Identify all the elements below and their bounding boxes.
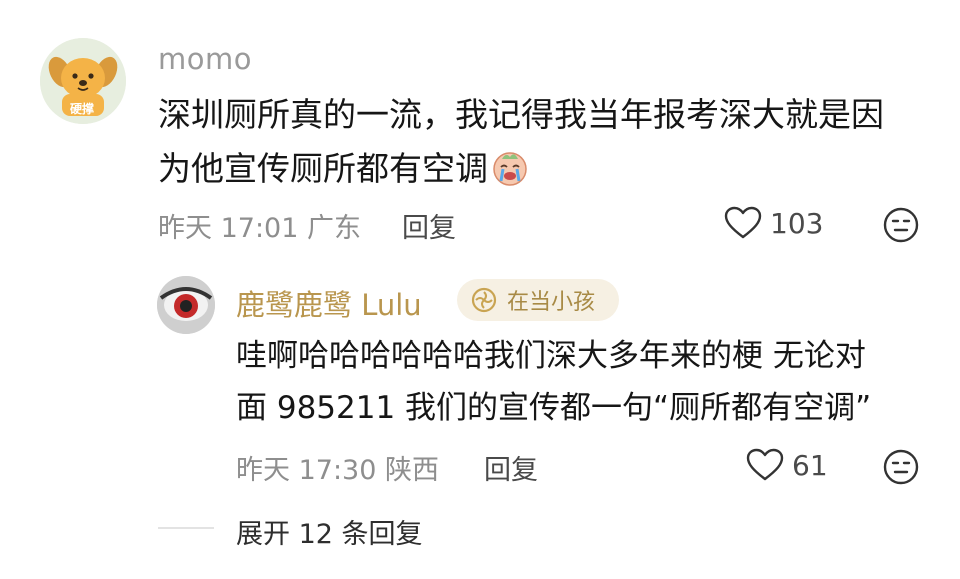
reply-location: 陕西 (385, 455, 439, 486)
comment-reply-button[interactable]: 回复 (402, 206, 456, 245)
reply-dislike-button[interactable] (882, 448, 920, 490)
comment-like-count: 103 (770, 206, 824, 240)
comment-text-line2: 为他宣传厕所都有空调 (158, 142, 530, 196)
reply-avatar[interactable] (157, 276, 215, 334)
reply-text-line1: 哇啊哈哈哈哈哈哈我们深大多年来的梗 无论对 (236, 338, 866, 374)
reply-reply-button[interactable]: 回复 (484, 448, 538, 487)
expand-divider (158, 527, 214, 529)
reply-like-button[interactable]: 61 (746, 448, 828, 482)
reply-like-count: 61 (792, 448, 828, 482)
comment-meta: 昨天 17:01 广东 (158, 206, 361, 245)
reply-badge[interactable]: 在当小孩 (457, 279, 619, 321)
expand-replies-button[interactable]: 展开 12 条回复 (236, 512, 423, 551)
crying-face-emoji-icon (493, 152, 527, 186)
swirl-badge-icon (471, 287, 497, 313)
heart-icon (724, 206, 762, 239)
heart-icon (746, 448, 784, 481)
avatar-caption: 硬撑 (70, 102, 95, 116)
reply-username[interactable]: 鹿鹭鹿鹭 Lulu (236, 282, 422, 324)
avatar[interactable]: 硬撑 (40, 38, 126, 124)
comment-time: 昨天 17:01 (158, 213, 299, 244)
comment-username[interactable]: momo (158, 42, 252, 76)
comment-text-line1: 深圳厕所真的一流，我记得我当年报考深大就是因 (158, 95, 884, 134)
reply-time: 昨天 17:30 (236, 455, 377, 486)
neutral-face-icon (883, 207, 919, 243)
comment-text-line2-text: 为他宣传厕所都有空调 (158, 149, 488, 188)
comment-location: 广东 (307, 213, 361, 244)
reply-badge-label: 在当小孩 (507, 290, 596, 315)
eye-avatar-icon (157, 276, 215, 334)
comment-like-button[interactable]: 103 (724, 206, 823, 240)
reply-meta: 昨天 17:30 陕西 (236, 448, 439, 487)
neutral-face-icon (883, 449, 919, 485)
reply-text-line2: 面 985211 我们的宣传都一句“厕所都有空调” (236, 390, 872, 426)
comment-dislike-button[interactable] (882, 206, 920, 248)
